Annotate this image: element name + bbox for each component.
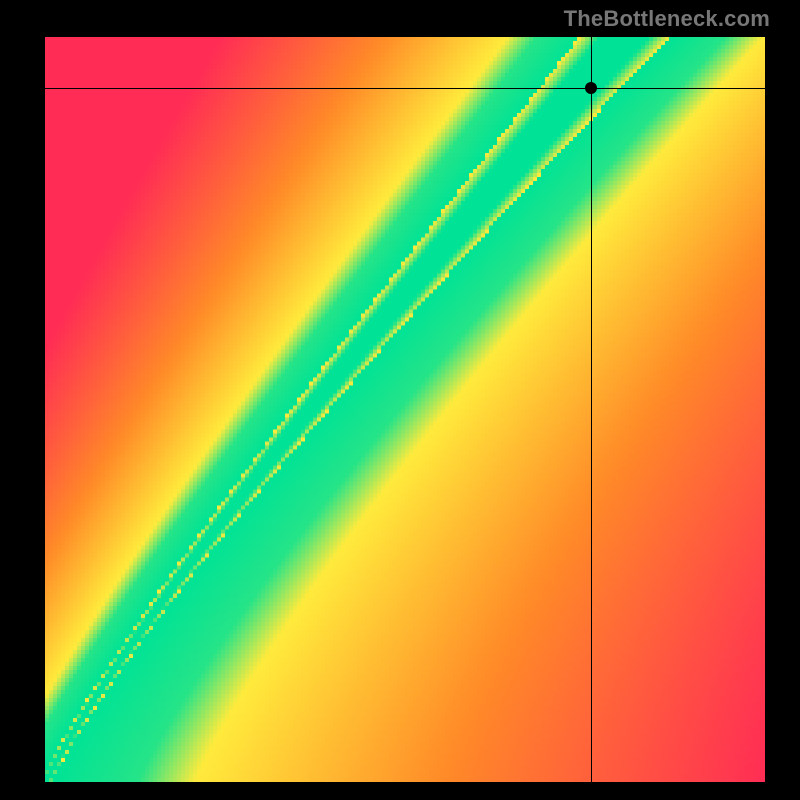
plot-area <box>45 37 765 782</box>
crosshair-vertical <box>591 37 592 782</box>
chart-frame: TheBottleneck.com <box>0 0 800 800</box>
watermark-text: TheBottleneck.com <box>564 6 770 32</box>
marker-point <box>585 82 597 94</box>
crosshair-horizontal <box>45 88 765 89</box>
heatmap-canvas <box>45 37 765 782</box>
